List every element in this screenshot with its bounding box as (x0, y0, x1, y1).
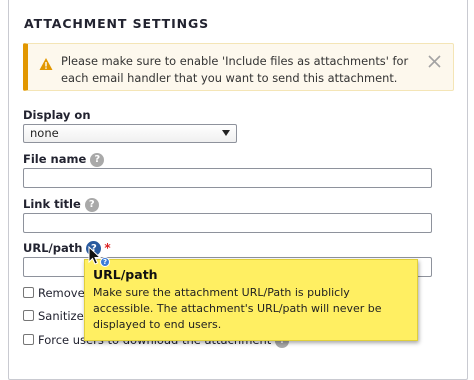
close-icon[interactable] (428, 55, 441, 68)
file-name-label: File name? (23, 152, 105, 167)
warning-message: Please make sure to enable 'Include file… (23, 43, 454, 91)
link-title-label-text: Link title (23, 197, 81, 211)
link-title-label: Link title? (23, 197, 99, 212)
checkbox-row[interactable]: Remove (23, 286, 85, 300)
checkbox-row[interactable]: Sanitize f (23, 309, 91, 323)
display-on-select[interactable]: none (23, 124, 237, 143)
cursor-help-icon: ? (100, 257, 110, 267)
checkbox[interactable] (23, 287, 34, 298)
display-on-value: none (30, 126, 59, 140)
file-name-input[interactable] (23, 168, 432, 188)
help-icon[interactable]: ? (84, 197, 99, 212)
chevron-down-icon (222, 130, 230, 136)
warning-text: Please make sure to enable 'Include file… (61, 54, 409, 85)
checkbox[interactable] (23, 310, 34, 321)
help-icon[interactable]: ? (90, 152, 105, 167)
section-title: ATTACHMENT SETTINGS (24, 16, 210, 31)
url-path-label-text: URL/path (23, 241, 83, 255)
checkbox-label: Remove (38, 286, 85, 300)
file-name-label-text: File name (23, 152, 87, 166)
checkbox[interactable] (23, 334, 34, 345)
tooltip-body: Make sure the attachment URL/Path is pub… (93, 286, 382, 331)
display-on-label: Display on (23, 108, 91, 122)
tooltip-title: URL/path (93, 267, 158, 282)
link-title-input[interactable] (23, 213, 432, 233)
warning-icon (39, 58, 53, 70)
help-tooltip: URL/path Make sure the attachment URL/Pa… (84, 259, 418, 341)
required-marker: * (104, 241, 111, 255)
